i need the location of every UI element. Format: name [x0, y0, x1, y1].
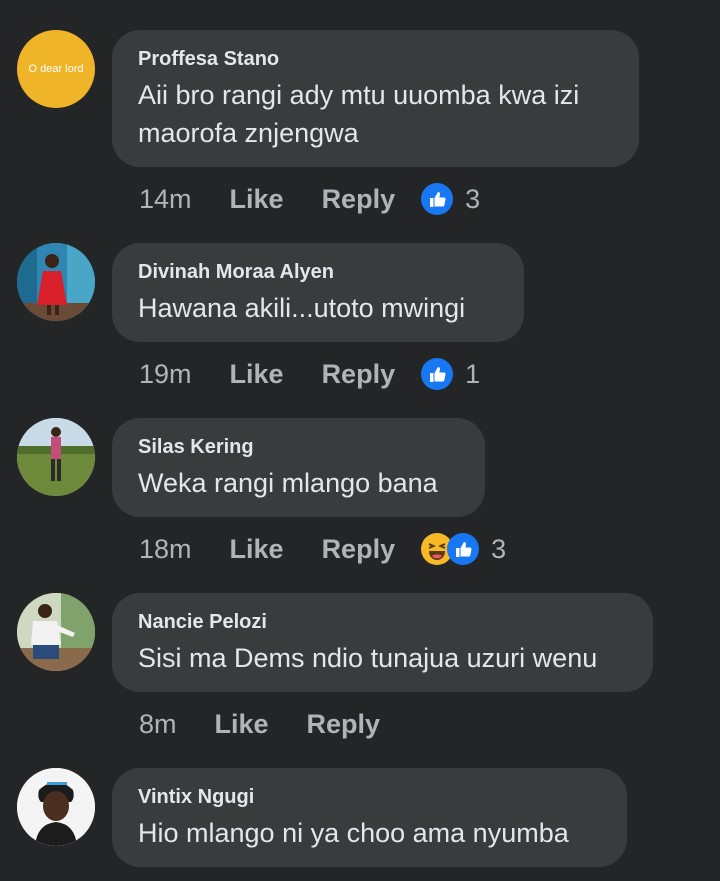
- comment-bubble[interactable]: Proffesa Stano Aii bro rangi ady mtu uuo…: [112, 30, 639, 167]
- comment-bubble[interactable]: Nancie Pelozi Sisi ma Dems ndio tunajua …: [112, 593, 653, 692]
- avatar-photo: [17, 418, 95, 496]
- reaction-count: 1: [465, 358, 481, 389]
- comment-text: Hawana akili...utoto mwingi: [138, 289, 498, 327]
- reaction-count: 3: [491, 533, 507, 564]
- reaction-icons: [421, 533, 480, 565]
- avatar[interactable]: [17, 418, 95, 496]
- comment-bubble[interactable]: Vintix Ngugi Hio mlango ni ya choo ama n…: [112, 768, 627, 867]
- avatar-photo: [17, 768, 95, 846]
- comment-text-line: maorofa znjengwa: [138, 118, 359, 148]
- comment-text-line: Weka rangi mlango bana: [138, 468, 438, 498]
- like-button[interactable]: Like: [215, 709, 269, 740]
- like-icon: [421, 358, 454, 390]
- comment-author[interactable]: Vintix Ngugi: [138, 786, 601, 808]
- comment-text: Weka rangi mlango bana: [138, 464, 459, 502]
- like-button[interactable]: Like: [230, 534, 284, 565]
- previous-comment-fragment: [0, 0, 720, 2]
- comment-author[interactable]: Silas Kering: [138, 436, 459, 458]
- avatar[interactable]: [17, 243, 95, 321]
- comment-text-line: Hawana akili...utoto mwingi: [138, 293, 466, 323]
- comment-actions: 8m Like Reply: [139, 706, 418, 742]
- comment-author[interactable]: Proffesa Stano: [138, 48, 613, 70]
- reaction-summary[interactable]: 3: [421, 533, 506, 565]
- comment-actions: 18m Like Reply 3: [139, 531, 506, 567]
- comment-bubble[interactable]: Silas Kering Weka rangi mlango bana: [112, 418, 485, 517]
- comment-actions: 19m Like Reply 1: [139, 356, 480, 392]
- comment-text: Hio mlango ni ya choo ama nyumba: [138, 814, 601, 852]
- reply-button[interactable]: Reply: [322, 184, 396, 215]
- reaction-summary[interactable]: 3: [421, 183, 480, 215]
- comment-actions: 14m Like Reply 3: [139, 181, 480, 217]
- reply-button[interactable]: Reply: [307, 709, 381, 740]
- avatar[interactable]: O dear lord: [17, 30, 95, 108]
- reaction-count: 3: [465, 183, 481, 214]
- avatar-photo: [17, 243, 95, 321]
- comment-timestamp[interactable]: 14m: [139, 184, 192, 215]
- comment-author[interactable]: Nancie Pelozi: [138, 611, 627, 633]
- comment-timestamp[interactable]: 8m: [139, 709, 177, 740]
- comment-text-line: Sisi ma Dems ndio tunajua uzuri wenu: [138, 643, 598, 673]
- reply-button[interactable]: Reply: [322, 534, 396, 565]
- comment-timestamp[interactable]: 18m: [139, 534, 192, 565]
- reply-button[interactable]: Reply: [322, 359, 396, 390]
- comment-text-line: Aii bro rangi ady mtu uuomba kwa izi: [138, 80, 580, 110]
- like-icon: [421, 183, 454, 215]
- comment-text-line: Hio mlango ni ya choo ama nyumba: [138, 818, 569, 848]
- like-button[interactable]: Like: [230, 359, 284, 390]
- avatar-photo: [17, 593, 95, 671]
- comment-text: Sisi ma Dems ndio tunajua uzuri wenu: [138, 639, 627, 677]
- reaction-icons: [421, 358, 454, 390]
- comment-author[interactable]: Divinah Moraa Alyen: [138, 261, 498, 283]
- avatar[interactable]: [17, 593, 95, 671]
- comment-timestamp[interactable]: 19m: [139, 359, 192, 390]
- like-icon: [447, 533, 480, 565]
- like-button[interactable]: Like: [230, 184, 284, 215]
- reaction-icons: [421, 183, 454, 215]
- reaction-summary[interactable]: 1: [421, 358, 480, 390]
- avatar[interactable]: [17, 768, 95, 846]
- comment-text: Aii bro rangi ady mtu uuomba kwa izi mao…: [138, 76, 613, 152]
- avatar-text: O dear lord: [28, 63, 84, 75]
- comment-bubble[interactable]: Divinah Moraa Alyen Hawana akili...utoto…: [112, 243, 524, 342]
